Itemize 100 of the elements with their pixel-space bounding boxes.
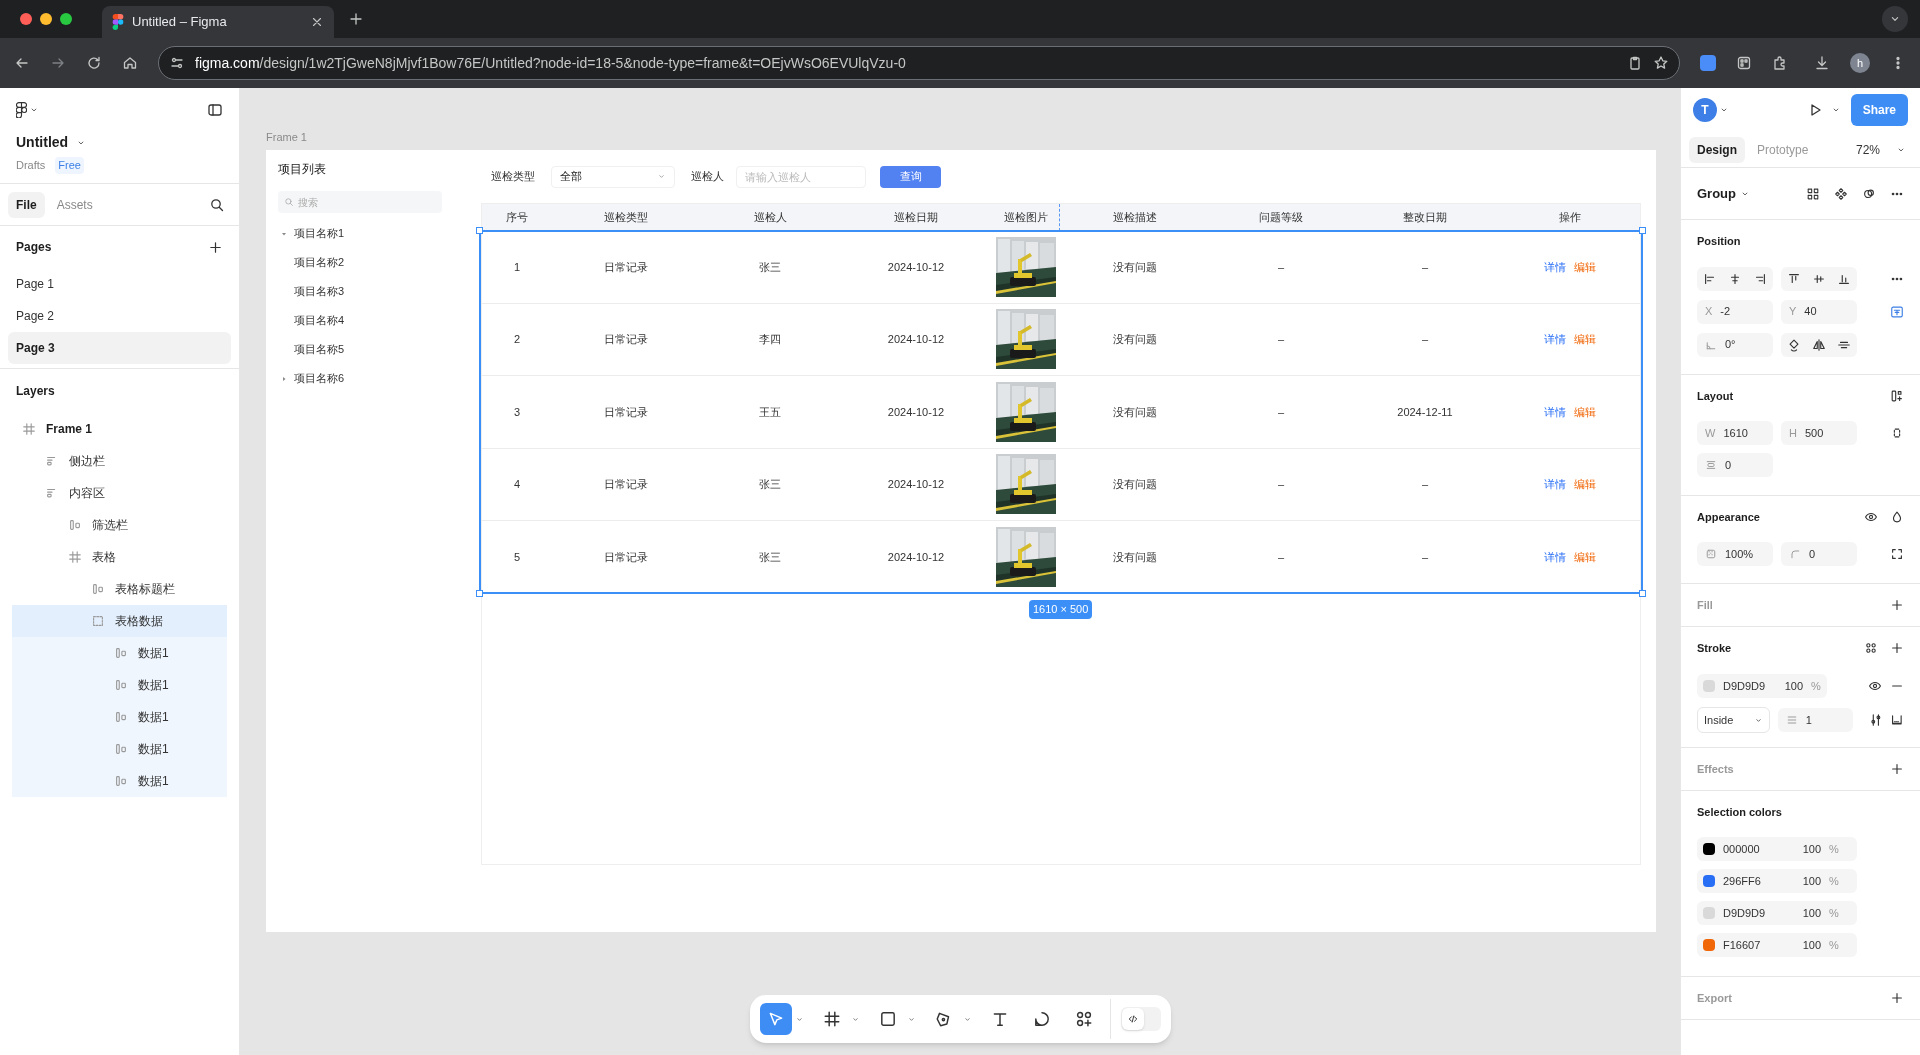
color-field[interactable]: D9D9D9 100 %: [1697, 901, 1857, 925]
color-field[interactable]: 296FF6 100 %: [1697, 869, 1857, 893]
details-link[interactable]: 详情: [1544, 258, 1566, 275]
address-bar[interactable]: figma.com/design/1w2TjGweN8jMjvf1Bow76E/Untitled?node-id=18-5&node-type=frame&t=OEjvWsO6EVUlqVzu-0: [158, 46, 1680, 80]
layer-row[interactable]: 筛选栏: [12, 509, 227, 541]
visibility-icon[interactable]: [1864, 510, 1878, 524]
color-field[interactable]: 000000 100 %: [1697, 837, 1857, 861]
dev-mode-toggle[interactable]: [1121, 1007, 1161, 1031]
extension-icon[interactable]: [1736, 55, 1752, 71]
align-left-icon[interactable]: [1702, 271, 1717, 286]
collapsed-caret-icon[interactable]: [280, 374, 288, 383]
page-item[interactable]: Page 2: [8, 300, 231, 332]
layer-row[interactable]: 数据1: [12, 669, 227, 701]
height-field[interactable]: H 500: [1781, 421, 1857, 445]
width-field[interactable]: W 1610: [1697, 421, 1773, 445]
layer-row[interactable]: Frame 1: [12, 413, 227, 445]
main-menu-button[interactable]: [16, 102, 39, 118]
stroke-settings-icon[interactable]: [1868, 713, 1883, 727]
flip-horizontal-icon[interactable]: [1812, 337, 1826, 352]
layer-row[interactable]: 内容区: [12, 477, 227, 509]
color-swatch[interactable]: [1703, 875, 1715, 887]
details-link[interactable]: 详情: [1544, 476, 1566, 493]
resize-handle[interactable]: [476, 590, 483, 597]
clipboard-icon[interactable]: [1627, 55, 1643, 71]
layer-row[interactable]: 表格数据: [12, 605, 227, 637]
profile-avatar[interactable]: h: [1850, 53, 1870, 73]
color-swatch[interactable]: [1703, 680, 1715, 692]
panel-tab[interactable]: Design: [1689, 136, 1745, 163]
new-tab-icon[interactable]: [348, 11, 364, 27]
color-swatch[interactable]: [1703, 843, 1715, 855]
corners-icon[interactable]: [1890, 547, 1904, 561]
panel-tab[interactable]: Assets: [48, 191, 101, 218]
gap-field[interactable]: 0: [1697, 453, 1773, 477]
project-tree-item[interactable]: 项目名称6: [294, 370, 345, 387]
resize-handle[interactable]: [1639, 227, 1646, 234]
styles-icon[interactable]: [1864, 641, 1878, 655]
resize-handle[interactable]: [476, 227, 483, 234]
align-right-icon[interactable]: [1753, 271, 1768, 286]
add-icon[interactable]: [1890, 762, 1904, 776]
add-icon[interactable]: [1890, 598, 1904, 612]
y-field[interactable]: Y 40: [1781, 299, 1857, 324]
mask-icon[interactable]: [1862, 186, 1876, 201]
zoom-level[interactable]: 72%: [1855, 140, 1880, 159]
layer-row[interactable]: 数据1: [12, 733, 227, 765]
color-swatch[interactable]: [1703, 907, 1715, 919]
opacity-field[interactable]: 100%: [1697, 542, 1773, 566]
project-tree-item[interactable]: 项目名称3: [294, 283, 345, 300]
color-field[interactable]: F16607 100 %: [1697, 933, 1857, 957]
window-minimize-button[interactable]: [40, 13, 52, 25]
project-tree-item[interactable]: 项目名称4: [294, 312, 345, 329]
layer-row[interactable]: 数据1: [12, 701, 227, 733]
browser-tab[interactable]: Untitled – Figma: [102, 6, 334, 38]
corner-radius-field[interactable]: 0: [1781, 542, 1857, 566]
stroke-weight-field[interactable]: 1: [1777, 708, 1853, 732]
page-item[interactable]: Page 3: [8, 332, 231, 364]
query-button[interactable]: 查询: [880, 165, 941, 188]
project-tree-item[interactable]: 项目名称5: [294, 341, 345, 358]
selection-type-dropdown[interactable]: Group: [1697, 183, 1736, 204]
x-field[interactable]: X -2: [1697, 299, 1773, 324]
grid-select-icon[interactable]: [1806, 186, 1820, 201]
sidebar-toggle-icon[interactable]: [207, 102, 223, 118]
reload-icon[interactable]: [86, 55, 102, 71]
align-center-icon[interactable]: [1728, 271, 1742, 286]
inspector-input[interactable]: 请输入巡检人: [736, 165, 866, 188]
layer-row[interactable]: 侧边栏: [12, 445, 227, 477]
stroke-position-select[interactable]: Inside: [1697, 707, 1770, 733]
add-icon[interactable]: [1890, 641, 1904, 655]
details-link[interactable]: 详情: [1544, 548, 1566, 565]
close-icon[interactable]: [310, 15, 324, 29]
component-icon[interactable]: [1834, 186, 1848, 201]
layer-row[interactable]: 表格: [12, 541, 227, 573]
color-swatch[interactable]: [1703, 939, 1715, 951]
visibility-icon[interactable]: [1868, 679, 1882, 693]
location-link[interactable]: Drafts: [16, 157, 46, 174]
type-select[interactable]: 全部: [551, 165, 675, 188]
layer-row[interactable]: 数据1: [12, 637, 227, 669]
align-top-icon[interactable]: [1786, 271, 1801, 286]
details-link[interactable]: 详情: [1544, 403, 1566, 420]
auto-layout-icon[interactable]: [1890, 389, 1904, 403]
page-item[interactable]: Page 1: [8, 268, 231, 300]
resize-handle[interactable]: [1639, 590, 1646, 597]
project-tree-item[interactable]: 项目名称1: [294, 225, 345, 242]
search-icon[interactable]: [209, 196, 225, 213]
file-title[interactable]: Untitled: [16, 132, 69, 153]
window-maximize-button[interactable]: [60, 13, 72, 25]
rotation-field[interactable]: 0°: [1697, 332, 1773, 357]
stroke-sides-icon[interactable]: [1890, 713, 1904, 727]
move-tool-button[interactable]: [760, 1003, 792, 1035]
home-icon[interactable]: [122, 55, 138, 71]
layer-row[interactable]: 表格标题栏: [12, 573, 227, 605]
add-icon[interactable]: [1890, 991, 1904, 1005]
download-icon[interactable]: [1814, 55, 1830, 71]
project-tree-item[interactable]: 项目名称2: [294, 254, 345, 271]
blend-icon[interactable]: [1890, 510, 1904, 524]
stroke-color-field[interactable]: D9D9D9 100 %: [1697, 674, 1827, 698]
puzzle-icon[interactable]: [1772, 55, 1788, 71]
user-avatar[interactable]: T: [1693, 98, 1717, 122]
panel-tab[interactable]: File: [8, 191, 45, 218]
add-page-icon[interactable]: [208, 239, 223, 255]
bookmark-star-icon[interactable]: [1653, 55, 1669, 71]
